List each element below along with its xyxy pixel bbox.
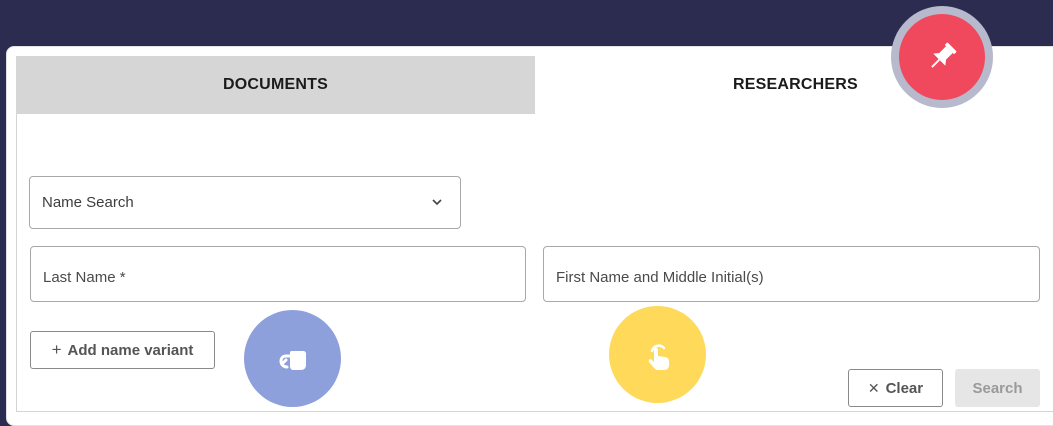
swipe-fab[interactable] [244,310,341,407]
tap-fab[interactable] [609,306,706,403]
tab-documents[interactable]: DOCUMENTS [16,56,535,114]
add-name-variant-button[interactable]: + Add name variant [30,331,215,369]
app-background: DOCUMENTS RESEARCHERS Name Search + Add … [0,0,1053,426]
add-name-variant-label: Add name variant [67,341,194,359]
pin-fab[interactable] [891,6,993,108]
clear-button[interactable]: ✕ Clear [848,369,943,407]
plus-icon: + [51,340,62,359]
clear-label: Clear [885,379,924,397]
search-button[interactable]: Search [955,369,1040,407]
swipe-hand-icon [278,350,306,370]
search-type-select[interactable]: Name Search [29,176,461,229]
tap-hand-icon [648,343,669,370]
chevron-down-icon [430,195,444,209]
last-name-input[interactable] [30,246,526,302]
search-type-value: Name Search [42,194,134,211]
pin-fab-core [899,14,985,100]
pin-icon [931,42,957,68]
close-icon: ✕ [867,379,880,396]
first-name-input[interactable] [543,246,1040,302]
